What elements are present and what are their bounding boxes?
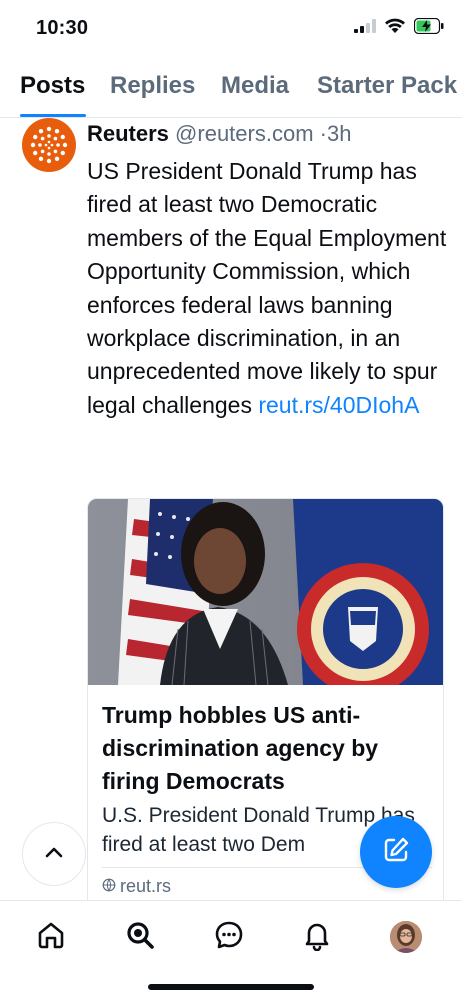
post-body: US President Donald Trump has fired at l… xyxy=(87,158,447,418)
globe-icon xyxy=(102,876,116,897)
status-time: 10:30 xyxy=(36,17,89,39)
wifi-icon xyxy=(384,18,406,34)
cellular-signal-icon xyxy=(354,19,376,33)
chat-icon xyxy=(213,919,245,956)
header-separator: · xyxy=(319,121,327,146)
active-tab-indicator xyxy=(20,114,86,117)
notifications-icon xyxy=(301,919,333,956)
reuters-logo-icon xyxy=(30,126,68,164)
nav-home[interactable] xyxy=(31,917,71,957)
embed-domain-row: reut.rs xyxy=(102,876,171,897)
post-link[interactable]: reut.rs/40DIohA xyxy=(258,392,419,418)
embed-title: Trump hobbles US anti-discrimination age… xyxy=(102,702,379,794)
status-bar: 10:30 xyxy=(0,0,462,56)
home-icon xyxy=(35,919,67,956)
post-header: Reuters @reuters.com ·3h xyxy=(87,121,351,147)
author-avatar[interactable] xyxy=(22,118,76,172)
status-icons xyxy=(354,18,444,34)
scroll-to-top-button[interactable] xyxy=(22,822,86,886)
compose-button[interactable] xyxy=(360,816,432,888)
nav-chat[interactable] xyxy=(209,917,249,957)
author-handle[interactable]: @reuters.com xyxy=(175,121,313,146)
tab-replies[interactable]: Replies xyxy=(110,72,195,100)
embed-domain: reut.rs xyxy=(120,876,172,896)
post-time: 3h xyxy=(326,121,352,146)
nav-profile[interactable] xyxy=(386,917,426,957)
battery-charging-icon xyxy=(414,18,444,34)
nav-search[interactable] xyxy=(120,917,160,957)
chevron-up-icon xyxy=(44,845,64,864)
author-name[interactable]: Reuters xyxy=(87,121,169,146)
embed-image xyxy=(88,499,443,685)
post-text: US President Donald Trump has fired at l… xyxy=(87,155,449,422)
tab-starter-pack[interactable]: Starter Pack xyxy=(317,72,457,100)
profile-avatar xyxy=(390,921,422,953)
nav-notifications[interactable] xyxy=(297,917,337,957)
home-indicator xyxy=(148,984,314,990)
compose-icon xyxy=(381,835,411,870)
profile-tabs: Posts Replies Media Starter Pack xyxy=(0,64,462,118)
search-icon xyxy=(124,919,156,956)
tab-posts[interactable]: Posts xyxy=(20,72,85,100)
tab-media[interactable]: Media xyxy=(221,72,289,100)
